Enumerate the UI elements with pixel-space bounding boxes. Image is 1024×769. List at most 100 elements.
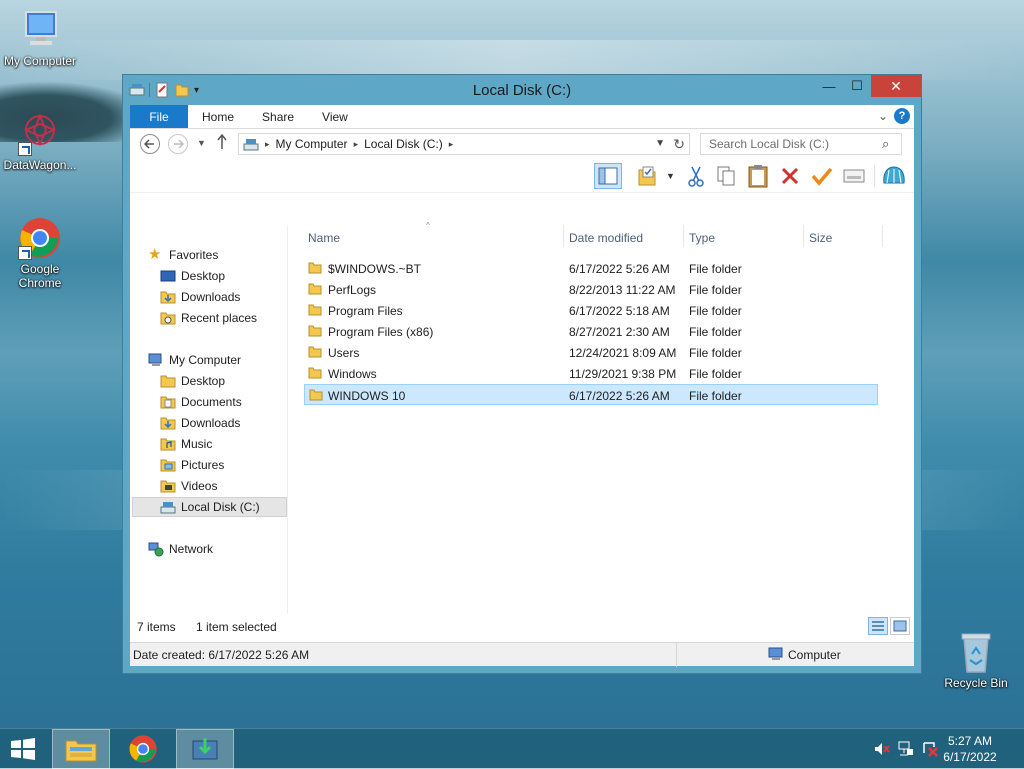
window-content: File Home Share View ⌄ ? ▼ ▸ My Computer… — [130, 105, 914, 667]
column-header-date[interactable]: Date modified — [569, 231, 643, 251]
windows-logo-icon — [11, 738, 35, 760]
details-divider — [676, 643, 677, 667]
address-dropdown-icon[interactable]: ▼ — [655, 138, 665, 149]
column-separator[interactable] — [803, 225, 804, 247]
installer-icon — [192, 738, 218, 760]
cut-button[interactable] — [682, 163, 710, 189]
table-row[interactable]: $WINDOWS.~BT 6/17/2022 5:26 AM File fold… — [304, 258, 878, 279]
desktop-icon-datawagon[interactable]: DataWagon... — [0, 112, 80, 172]
date-created: Date created: 6/17/2022 5:26 AM — [133, 648, 310, 662]
table-row[interactable]: Users 12/24/2021 8:09 AM File folder — [304, 342, 878, 363]
shell-button[interactable] — [880, 163, 908, 189]
start-button[interactable] — [8, 737, 38, 761]
volume-muted-icon[interactable] — [874, 742, 890, 759]
clock-time: 5:27 AM — [947, 734, 993, 748]
file-explorer-icon — [65, 740, 97, 762]
nav-documents[interactable]: Documents — [160, 392, 318, 412]
nav-desktop[interactable]: Desktop — [160, 371, 318, 391]
taskbar-installer[interactable] — [176, 729, 234, 769]
desktop-icon — [160, 270, 176, 282]
properties-button[interactable] — [840, 163, 868, 189]
nav-local-disk[interactable]: Local Disk (C:) — [132, 497, 287, 517]
title-bar[interactable]: ▾ Local Disk (C:) — ☐ ✕ — [123, 75, 921, 105]
forward-button[interactable] — [168, 134, 188, 154]
nav-network[interactable]: Network — [148, 539, 306, 559]
folder-check-icon — [638, 166, 656, 186]
up-button[interactable] — [216, 133, 228, 153]
nav-favorites[interactable]: ★ Favorites — [148, 245, 306, 265]
clock[interactable]: 5:27 AM 6/17/2022 — [930, 733, 1010, 765]
tab-view[interactable]: View — [308, 105, 362, 128]
network-icon[interactable] — [898, 741, 914, 760]
maximize-button[interactable]: ☐ — [843, 75, 871, 97]
close-button[interactable]: ✕ — [871, 75, 921, 97]
recent-locations-icon[interactable]: ▼ — [197, 138, 206, 148]
nav-downloads[interactable]: Downloads — [160, 413, 318, 433]
checkmark-icon — [811, 167, 833, 186]
column-separator[interactable] — [882, 225, 883, 247]
move-to-dropdown-icon[interactable]: ▼ — [666, 171, 675, 181]
desktop-icon-chrome[interactable]: Google Chrome — [0, 216, 80, 290]
desktop-icon-recycle-bin[interactable]: Recycle Bin — [936, 630, 1016, 690]
help-icon[interactable]: ? — [894, 108, 910, 124]
file-type: File folder — [689, 325, 742, 339]
file-date: 6/17/2022 5:26 AM — [569, 262, 670, 276]
column-header-type[interactable]: Type — [689, 231, 715, 251]
search-input[interactable]: Search Local Disk (C:) — [700, 133, 902, 155]
address-bar[interactable]: ▸ My Computer ▸ Local Disk (C:) ▸ ▼ ↻ — [238, 133, 690, 155]
file-name: WINDOWS 10 — [328, 389, 406, 403]
refresh-icon[interactable]: ↻ — [673, 136, 685, 153]
breadcrumb-separator-icon[interactable]: ▸ — [265, 139, 270, 150]
breadcrumb-separator-icon[interactable]: ▸ — [354, 139, 359, 150]
ribbon-tabs: File Home Share View ⌄ ? — [130, 105, 914, 129]
large-icons-view-button[interactable] — [890, 617, 910, 635]
nav-fav-desktop[interactable]: Desktop — [160, 266, 318, 286]
nav-music[interactable]: Music — [160, 434, 318, 454]
computer-icon — [148, 353, 162, 366]
folder-icon — [160, 375, 176, 388]
column-separator[interactable] — [683, 225, 684, 247]
breadcrumb-my-computer[interactable]: My Computer — [276, 137, 348, 151]
tab-file[interactable]: File — [130, 105, 188, 128]
nav-fav-downloads[interactable]: Downloads — [160, 287, 318, 307]
desktop-icon-my-computer[interactable]: My Computer — [0, 8, 80, 68]
nav-my-computer[interactable]: My Computer — [148, 350, 306, 370]
explorer-window[interactable]: ▾ Local Disk (C:) — ☐ ✕ File Home Share … — [122, 74, 922, 674]
tab-share[interactable]: Share — [248, 105, 308, 128]
table-row[interactable]: Windows 11/29/2021 9:38 PM File folder — [304, 363, 878, 384]
breadcrumb-local-disk[interactable]: Local Disk (C:) — [364, 137, 443, 151]
back-button[interactable] — [140, 134, 160, 154]
nav-videos[interactable]: Videos — [160, 476, 318, 496]
column-header-size[interactable]: Size — [809, 231, 832, 251]
selected-count: 1 item selected — [196, 620, 277, 634]
folder-icon — [308, 304, 322, 316]
move-to-button[interactable] — [634, 163, 662, 189]
nav-fav-recent[interactable]: Recent places — [160, 308, 318, 328]
details-view-button[interactable] — [868, 617, 888, 635]
minimize-button[interactable]: — — [815, 75, 843, 97]
toolbar-divider — [874, 165, 875, 187]
table-row[interactable]: Program Files 6/17/2022 5:18 AM File fol… — [304, 300, 878, 321]
column-header-name[interactable]: Name — [308, 231, 340, 251]
delete-button[interactable] — [776, 163, 804, 189]
nav-pictures[interactable]: Pictures — [160, 455, 318, 475]
rename-button[interactable] — [808, 163, 836, 189]
table-row[interactable]: PerfLogs 8/22/2013 11:22 AM File folder — [304, 279, 878, 300]
computer-icon — [18, 8, 62, 52]
table-row[interactable]: Program Files (x86) 8/27/2021 2:30 AM Fi… — [304, 321, 878, 342]
taskbar-file-explorer[interactable] — [52, 729, 110, 769]
paste-button[interactable] — [744, 163, 772, 189]
shortcut-arrow-icon — [18, 246, 32, 260]
file-name: Program Files (x86) — [328, 325, 434, 339]
breadcrumb-separator-icon[interactable]: ▸ — [449, 139, 454, 150]
expand-ribbon-icon[interactable]: ⌄ — [878, 109, 888, 123]
details-bar: Date created: 6/17/2022 5:26 AM Computer — [130, 642, 914, 667]
recycle-bin-icon — [954, 630, 998, 674]
table-row-selected[interactable]: WINDOWS 10 6/17/2022 5:26 AM File folder — [304, 384, 878, 405]
tab-home[interactable]: Home — [188, 105, 248, 128]
copy-icon — [717, 166, 735, 186]
column-separator[interactable] — [563, 225, 564, 247]
copy-button[interactable] — [712, 163, 740, 189]
taskbar-chrome[interactable] — [114, 729, 172, 769]
preview-pane-button[interactable] — [594, 163, 622, 189]
